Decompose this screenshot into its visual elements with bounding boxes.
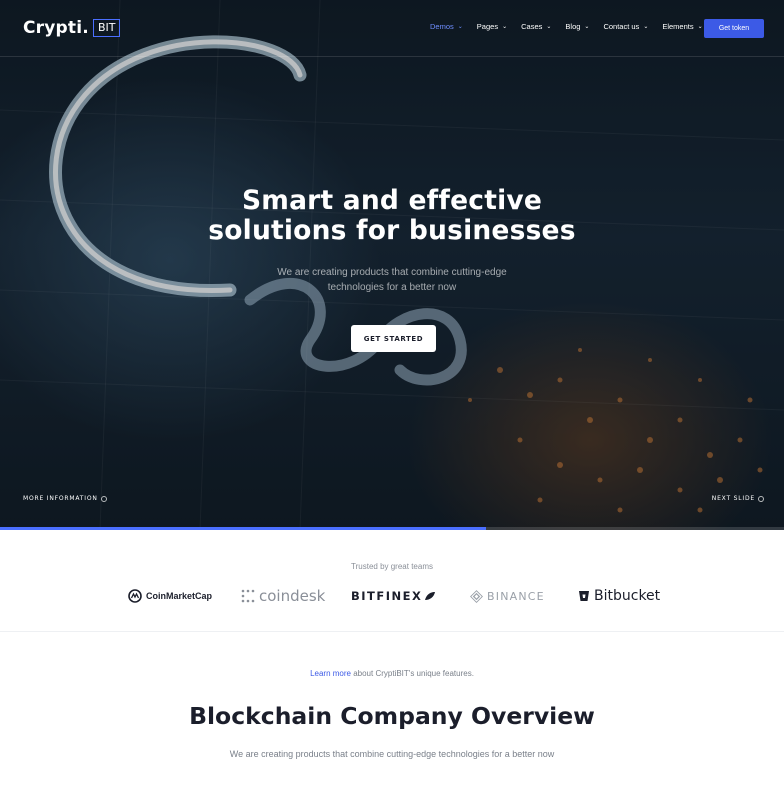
get-token-button[interactable]: Get token [704,19,764,38]
chevron-down-icon: ⌄ [502,24,508,30]
partner-name: coindesk [259,587,326,605]
chevron-down-icon: ⌄ [584,24,590,30]
chevron-down-icon: ⌄ [697,24,703,30]
more-information-link[interactable]: MORE INFORMATION [23,495,107,502]
coindesk-icon [241,589,255,603]
partner-logo-bitfinex: BITFINEX [351,586,436,606]
binance-icon [470,589,483,603]
nav-item-cases[interactable]: Cases ⌄ [521,22,551,31]
partner-logo-bitbucket: Bitbucket [578,586,660,606]
nav-item-blog[interactable]: Blog ⌄ [565,22,589,31]
next-slide-label: NEXT SLIDE [711,495,755,502]
nav-item-label: Blog [565,22,581,31]
nav-item-elements[interactable]: Elements ⌄ [662,22,702,31]
hero-title-line-1: Smart and effective [242,185,542,216]
logo-badge: BIT [92,19,121,37]
overview-title: Blockchain Company Overview [189,702,595,730]
circle-icon [758,495,764,502]
partner-name: BITFINEX [351,589,423,603]
partner-logo-coinmarketcap: CoinMarketCap [128,586,212,606]
nav-item-contact-us[interactable]: Contact us ⌄ [603,22,648,31]
nav-item-label: Demos [430,22,454,31]
site-logo[interactable]: Crypti. BIT [23,18,121,38]
partner-name: CoinMarketCap [146,591,213,601]
top-navbar: Crypti. BIT Demos ⌄ Pages ⌄ Cases ⌄ Blog… [0,0,784,57]
partner-logo-coindesk: coindesk [241,586,325,606]
leaf-icon [425,592,436,600]
partner-logos: CoinMarketCap coindesk BITFINEX BINANCE … [0,586,784,606]
nav-item-label: Elements [662,22,694,31]
hero-section: Crypti. BIT Demos ⌄ Pages ⌄ Cases ⌄ Blog… [0,0,784,530]
nav-item-pages[interactable]: Pages ⌄ [477,22,507,31]
nav-item-label: Contact us [603,22,640,31]
nav-item-demos[interactable]: Demos ⌄ [430,22,463,31]
trusted-section: Trusted by great teams CoinMarketCap coi… [0,530,784,632]
get-started-button[interactable]: GET STARTED [351,325,436,352]
learn-more-text: about CryptiBIT's unique features. [350,669,474,678]
chevron-down-icon: ⌄ [546,24,552,30]
hero-title: Smart and effective solutions for busine… [0,186,784,246]
main-menu: Demos ⌄ Pages ⌄ Cases ⌄ Blog ⌄ Contact u… [430,22,717,31]
chevron-down-icon: ⌄ [643,24,649,30]
hero-title-line-2: solutions for businesses [208,215,576,246]
partner-logo-binance: BINANCE [470,586,545,606]
bitbucket-icon [579,591,589,601]
learn-more-link[interactable]: Learn more [310,669,351,678]
hero-subtitle: We are creating products that combine cu… [277,267,507,293]
more-information-label: MORE INFORMATION [23,495,98,502]
coinmarketcap-icon [128,589,142,603]
overview-subtitle: We are creating products that combine cu… [229,749,555,759]
circle-icon [100,495,107,502]
nav-item-label: Cases [521,22,543,31]
logo-text: Crypti. [23,18,89,38]
nav-item-label: Pages [476,22,499,31]
learn-more-line: Learn more about CryptiBIT's unique feat… [0,669,784,678]
partner-name: Bitbucket [594,588,661,604]
chevron-down-icon: ⌄ [457,24,463,30]
partner-name: BINANCE [487,589,545,603]
next-slide-button[interactable]: NEXT SLIDE [712,495,764,502]
trusted-label: Trusted by great teams [351,562,433,571]
